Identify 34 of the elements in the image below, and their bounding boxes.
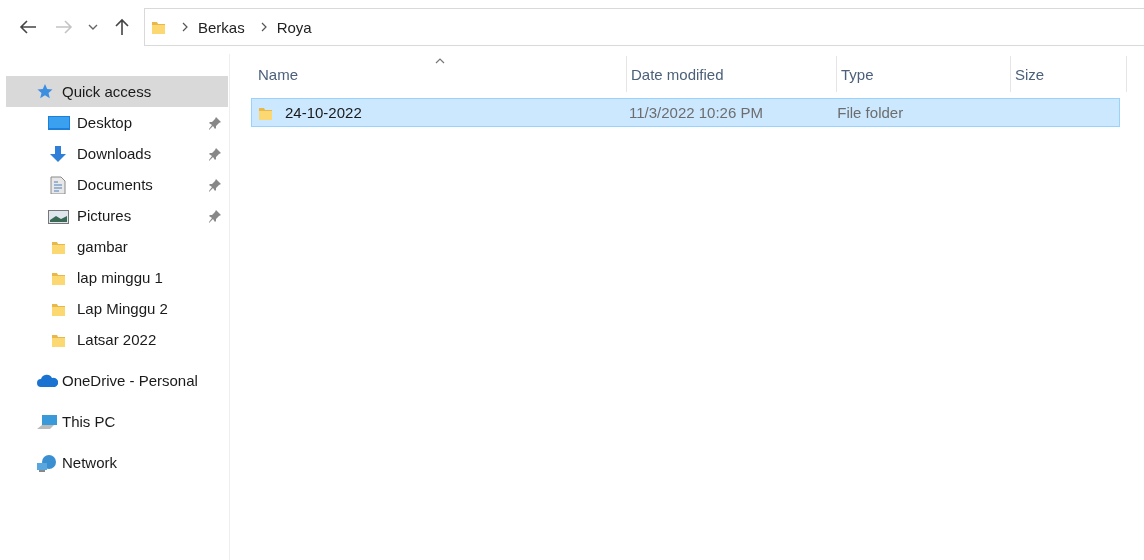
breadcrumb[interactable]: Roya bbox=[276, 18, 312, 36]
sidebar-item[interactable]: Desktop bbox=[6, 107, 228, 138]
sidebar-item[interactable]: This PC bbox=[6, 406, 228, 437]
column-header[interactable]: Size bbox=[1011, 56, 1127, 92]
desktop-icon bbox=[48, 113, 70, 132]
sidebar-item[interactable]: Quick access bbox=[6, 76, 228, 107]
column-header[interactable]: Date modified bbox=[627, 56, 837, 92]
table-cell: 11/3/2022 10:26 PM bbox=[628, 104, 763, 121]
sidebar-item[interactable]: Downloads bbox=[6, 138, 228, 169]
column-header[interactable]: Name bbox=[254, 56, 627, 92]
chevron-down-icon bbox=[88, 24, 98, 30]
sidebar-item[interactable]: Latsar 2022 bbox=[6, 324, 228, 355]
sidebar-item[interactable]: Documents bbox=[6, 169, 228, 200]
sort-icon bbox=[435, 58, 445, 64]
up-arrow-icon bbox=[115, 18, 129, 36]
sidebar-item[interactable]: OneDrive - Personal bbox=[6, 365, 228, 396]
file-row[interactable]: 24-10-2022 11/3/2022 10:26 PM File folder bbox=[251, 98, 1120, 127]
breadcrumb[interactable]: Berkas bbox=[198, 18, 245, 36]
table-cell: File folder bbox=[837, 104, 904, 121]
computer-icon bbox=[36, 412, 58, 431]
sidebar-item[interactable]: lap minggu 1 bbox=[6, 262, 228, 293]
sidebar-item[interactable]: Lap Minggu 2 bbox=[6, 293, 228, 324]
file-name: 24-10-2022 bbox=[285, 104, 362, 121]
folder-icon bbox=[151, 19, 166, 35]
back-arrow-icon bbox=[19, 20, 37, 34]
column-header[interactable]: Type bbox=[837, 56, 1011, 92]
forward-arrow-icon bbox=[55, 20, 73, 34]
address-bar[interactable]: Berkas Roya bbox=[144, 8, 1144, 46]
network-icon bbox=[36, 453, 58, 472]
chevron-icon bbox=[260, 22, 267, 32]
sidebar-item[interactable]: gambar bbox=[6, 231, 228, 262]
chevron-icon bbox=[182, 22, 188, 32]
sidebar-item[interactable]: Network bbox=[6, 447, 228, 478]
sidebar-item[interactable]: Pictures bbox=[6, 200, 228, 231]
